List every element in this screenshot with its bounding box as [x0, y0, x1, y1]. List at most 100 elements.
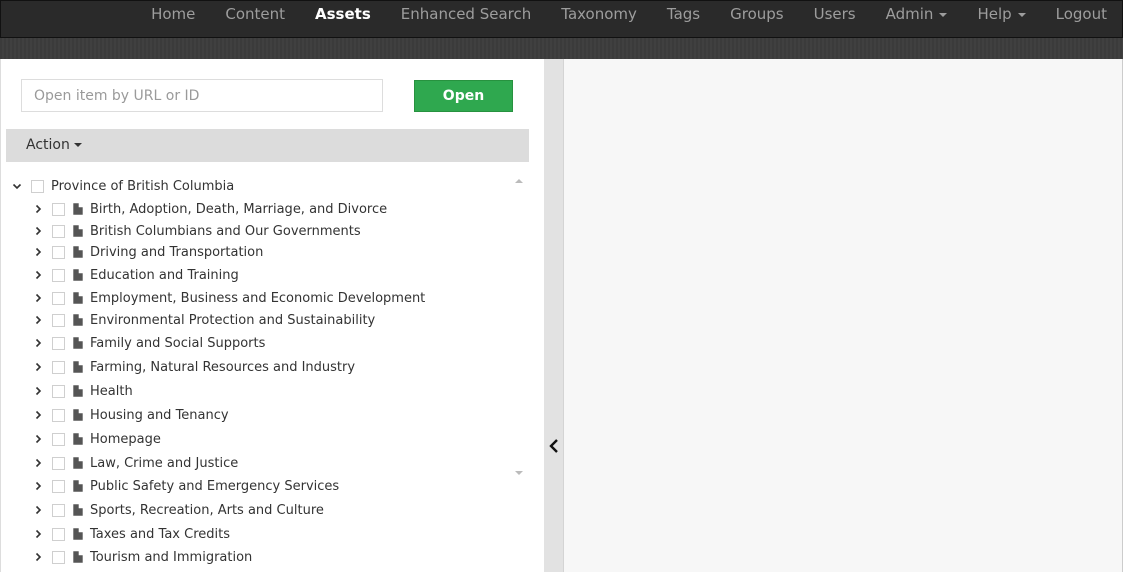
chevron-right-icon[interactable] [30, 267, 46, 283]
pane-divider[interactable] [544, 59, 564, 572]
tree-checkbox[interactable] [52, 479, 65, 493]
nav-label: Help [977, 5, 1012, 23]
tree-node-label[interactable]: Employment, Business and Economic Develo… [90, 291, 425, 306]
nav-users[interactable]: Users [799, 1, 871, 29]
tree-node-label[interactable]: Education and Training [90, 268, 239, 283]
tree-item: British Columbians and Our Governments [30, 220, 361, 242]
nav-label: Groups [730, 5, 784, 23]
tree-checkbox[interactable] [52, 550, 65, 564]
chevron-right-icon[interactable] [30, 335, 46, 351]
main-nav: Home Content Assets Enhanced Search Taxonomy… [136, 1, 1122, 29]
nav-label: Taxonomy [561, 5, 637, 23]
nav-logout[interactable]: Logout [1041, 1, 1122, 29]
caret-down-icon [939, 12, 948, 17]
chevron-right-icon[interactable] [30, 502, 46, 518]
tree-node-label[interactable]: Health [90, 384, 133, 399]
chevron-right-icon[interactable] [30, 478, 46, 494]
nav-label: Admin [885, 5, 934, 23]
tree-node-label[interactable]: Farming, Natural Resources and Industry [90, 360, 355, 375]
nav-label: Content [225, 5, 286, 23]
tree-item: Family and Social Supports [30, 332, 265, 354]
document-icon [73, 504, 83, 516]
nav-assets[interactable]: Assets [300, 1, 386, 29]
nav-home[interactable]: Home [136, 1, 210, 29]
tree-node-label[interactable]: Driving and Transportation [90, 245, 263, 260]
tree-checkbox[interactable] [52, 224, 65, 238]
nav-taxonomy[interactable]: Taxonomy [546, 1, 652, 29]
chevron-right-icon[interactable] [30, 312, 46, 328]
tree-node-label[interactable]: Taxes and Tax Credits [90, 527, 230, 542]
tree-checkbox[interactable] [52, 245, 65, 259]
tree-checkbox[interactable] [52, 313, 65, 327]
action-dropdown[interactable]: Action [6, 129, 529, 162]
chevron-right-icon[interactable] [30, 407, 46, 423]
chevron-right-icon[interactable] [30, 431, 46, 447]
document-icon [73, 528, 83, 540]
tree-node-label[interactable]: Birth, Adoption, Death, Marriage, and Di… [90, 202, 387, 217]
nav-label: Tags [666, 5, 701, 23]
tree-checkbox[interactable] [52, 408, 65, 422]
open-button[interactable]: Open [414, 80, 513, 112]
tree-checkbox[interactable] [52, 456, 65, 470]
scroll-up-icon[interactable] [515, 179, 523, 183]
tree-checkbox[interactable] [52, 336, 65, 350]
tree-item: Homepage [30, 428, 161, 450]
tree-node-label[interactable]: Public Safety and Emergency Services [90, 479, 339, 494]
tree-checkbox[interactable] [52, 432, 65, 446]
tree-node-label[interactable]: Homepage [90, 432, 161, 447]
action-label: Action [26, 137, 70, 153]
tree-checkbox[interactable] [52, 202, 65, 216]
secondary-toolbar [0, 38, 1123, 59]
document-icon [73, 246, 83, 258]
tree-checkbox[interactable] [31, 179, 44, 193]
tree-checkbox[interactable] [52, 268, 65, 282]
tree-item: Farming, Natural Resources and Industry [30, 356, 355, 378]
tree-checkbox[interactable] [52, 384, 65, 398]
tree-node-label[interactable]: Environmental Protection and Sustainabil… [90, 313, 375, 328]
nav-tags[interactable]: Tags [652, 1, 715, 29]
chevron-right-icon[interactable] [30, 290, 46, 306]
chevron-right-icon[interactable] [30, 244, 46, 260]
tree-root: Province of British Columbia [9, 175, 234, 197]
tree-node-label[interactable]: Province of British Columbia [51, 179, 234, 194]
nav-groups[interactable]: Groups [715, 1, 798, 29]
document-icon [73, 385, 83, 397]
nav-label: Assets [315, 5, 371, 23]
tree-checkbox[interactable] [52, 503, 65, 517]
nav-enhanced-search[interactable]: Enhanced Search [386, 1, 547, 29]
tree-node-label[interactable]: Law, Crime and Justice [90, 456, 238, 471]
nav-label: Logout [1055, 5, 1107, 23]
tree-checkbox[interactable] [52, 527, 65, 541]
chevron-right-icon[interactable] [30, 383, 46, 399]
tree-node-label[interactable]: Tourism and Immigration [90, 550, 252, 565]
open-item-input[interactable] [21, 79, 383, 112]
chevron-right-icon[interactable] [30, 359, 46, 375]
document-icon [73, 433, 83, 445]
caret-down-icon [1017, 12, 1026, 17]
tree-node-label[interactable]: British Columbians and Our Governments [90, 224, 361, 239]
tree-item: Housing and Tenancy [30, 404, 229, 426]
chevron-down-icon[interactable] [9, 178, 25, 194]
tree-checkbox[interactable] [52, 360, 65, 374]
tree-item: Sports, Recreation, Arts and Culture [30, 499, 324, 521]
top-navbar: Home Content Assets Enhanced Search Taxonomy… [0, 0, 1123, 38]
tree-checkbox[interactable] [52, 291, 65, 305]
scroll-down-icon[interactable] [515, 471, 523, 475]
nav-label: Users [813, 5, 856, 23]
tree-item: Environmental Protection and Sustainabil… [30, 309, 375, 331]
chevron-right-icon[interactable] [30, 455, 46, 471]
tree-node-label[interactable]: Family and Social Supports [90, 336, 265, 351]
chevron-right-icon[interactable] [30, 526, 46, 542]
nav-admin[interactable]: Admin [871, 1, 963, 29]
nav-help[interactable]: Help [962, 1, 1040, 29]
tree-node-label[interactable]: Sports, Recreation, Arts and Culture [90, 503, 324, 518]
chevron-right-icon[interactable] [30, 201, 46, 217]
document-icon [73, 225, 83, 237]
document-icon [73, 314, 83, 326]
tree-node-label[interactable]: Housing and Tenancy [90, 408, 229, 423]
tree-item: Taxes and Tax Credits [30, 523, 230, 545]
nav-content[interactable]: Content [210, 1, 300, 29]
chevron-right-icon[interactable] [30, 549, 46, 565]
chevron-right-icon[interactable] [30, 223, 46, 239]
chevron-left-icon[interactable] [547, 437, 561, 455]
